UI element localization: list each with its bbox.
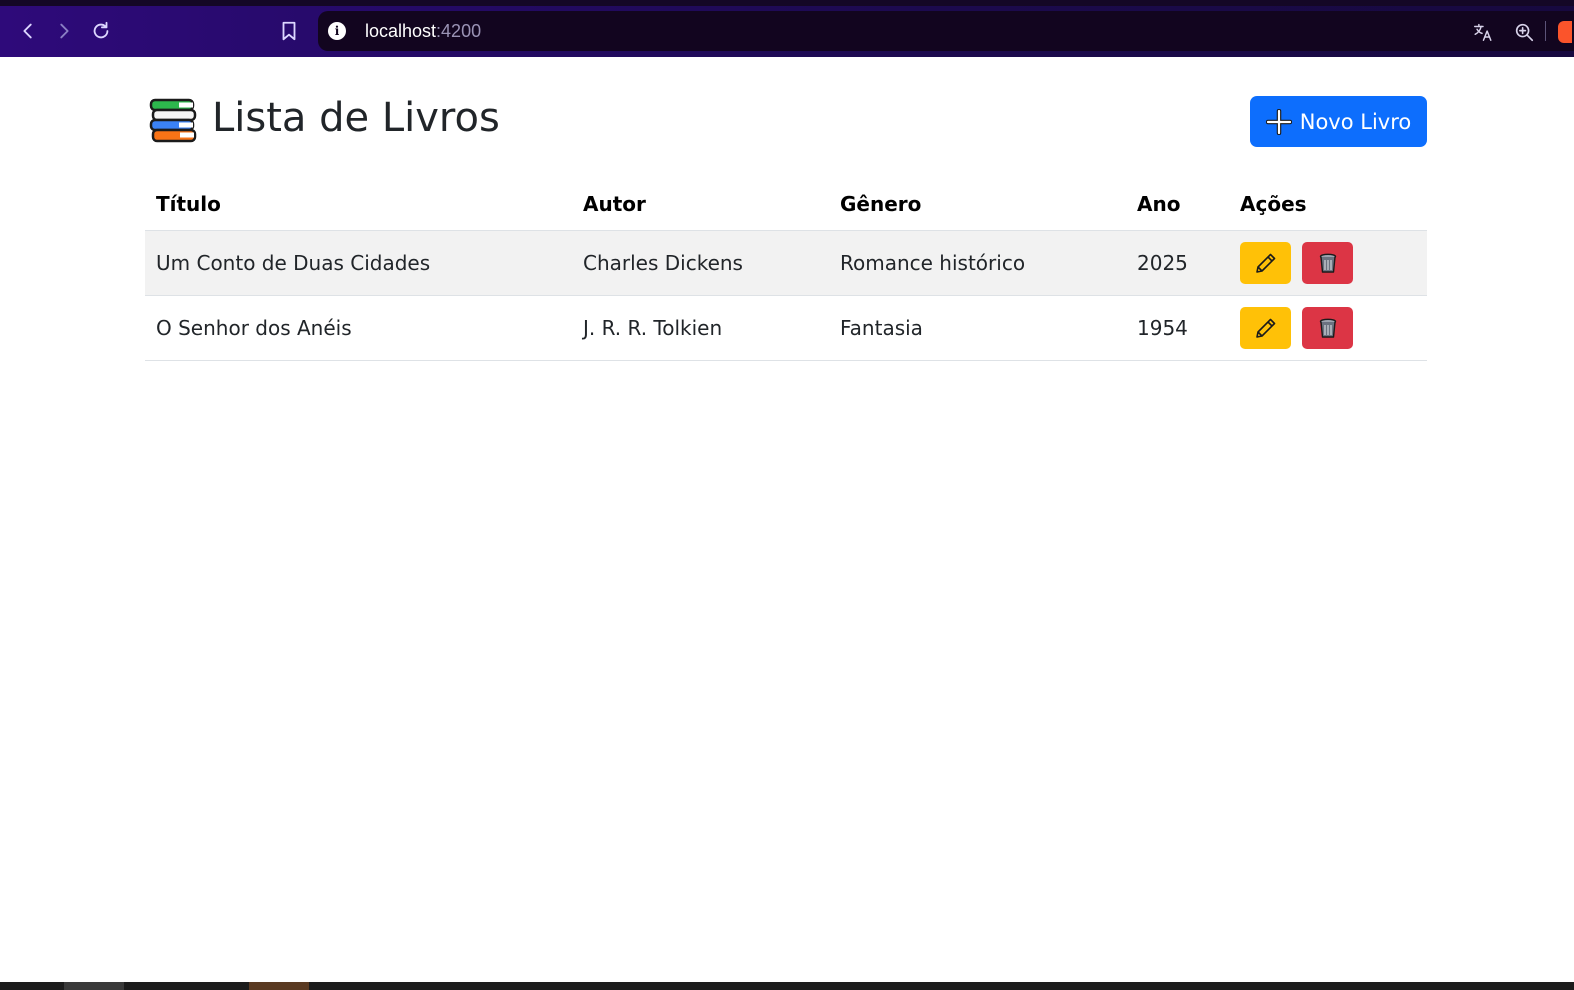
table-row: O Senhor dos Anéis J. R. R. Tolkien Fant…: [145, 295, 1427, 361]
browser-toolbar: i localhost:4200: [0, 6, 1574, 57]
taskbar-edge: [0, 982, 1574, 990]
column-header-title: Título: [145, 178, 572, 231]
reload-button[interactable]: [85, 14, 117, 48]
column-header-genre: Gênero: [829, 178, 1126, 231]
column-header-author: Autor: [572, 178, 829, 231]
cell-actions: [1229, 230, 1427, 296]
back-button[interactable]: [12, 14, 44, 48]
address-bar[interactable]: i localhost:4200: [318, 11, 1574, 51]
taskbar-item: [249, 982, 309, 990]
cell-actions: [1229, 295, 1427, 361]
delete-button[interactable]: [1302, 306, 1353, 349]
cell-author: J. R. R. Tolkien: [572, 295, 829, 361]
forward-icon: [60, 23, 69, 39]
plus-icon: [1265, 108, 1292, 135]
new-book-label: Novo Livro: [1299, 109, 1412, 134]
zoom-icon[interactable]: [1512, 20, 1536, 44]
url-port: :4200: [436, 21, 482, 41]
bookmark-icon: [282, 21, 296, 41]
reload-icon: [93, 21, 109, 39]
toolbar-separator: [1545, 21, 1546, 41]
column-header-year: Ano: [1126, 178, 1229, 231]
cell-year: 2025: [1126, 230, 1229, 296]
trash-icon: [1319, 318, 1336, 338]
new-book-button[interactable]: Novo Livro: [1250, 96, 1427, 147]
table-row: Um Conto de Duas Cidades Charles Dickens…: [145, 230, 1427, 296]
books-icon: [149, 98, 197, 143]
cell-author: Charles Dickens: [572, 230, 829, 296]
page-header: Lista de Livros Novo Livro: [145, 94, 1427, 154]
brave-shield-icon[interactable]: [1558, 21, 1572, 43]
back-icon: [23, 23, 32, 39]
edit-button[interactable]: [1240, 306, 1291, 349]
url-text[interactable]: localhost:4200: [365, 21, 481, 42]
taskbar-item: [64, 982, 124, 990]
pencil-icon: [1255, 253, 1275, 273]
url-host: localhost: [365, 21, 437, 41]
bookmark-button[interactable]: [273, 14, 305, 48]
edit-button[interactable]: [1240, 241, 1291, 284]
table-header-row: Título Autor Gênero Ano Ações: [145, 178, 1427, 231]
cell-title: Um Conto de Duas Cidades: [145, 230, 572, 296]
site-info-icon[interactable]: i: [328, 22, 346, 40]
pencil-icon: [1255, 318, 1275, 338]
cell-genre: Romance histórico: [829, 230, 1126, 296]
books-table: Título Autor Gênero Ano Ações Um Conto d…: [145, 178, 1427, 361]
delete-button[interactable]: [1302, 241, 1353, 284]
cell-title: O Senhor dos Anéis: [145, 295, 572, 361]
page-title: Lista de Livros: [212, 95, 500, 141]
translate-icon[interactable]: [1471, 20, 1495, 44]
cell-genre: Fantasia: [829, 295, 1126, 361]
forward-button[interactable]: [48, 14, 80, 48]
trash-icon: [1319, 253, 1336, 273]
cell-year: 1954: [1126, 295, 1229, 361]
column-header-actions: Ações: [1229, 178, 1427, 231]
